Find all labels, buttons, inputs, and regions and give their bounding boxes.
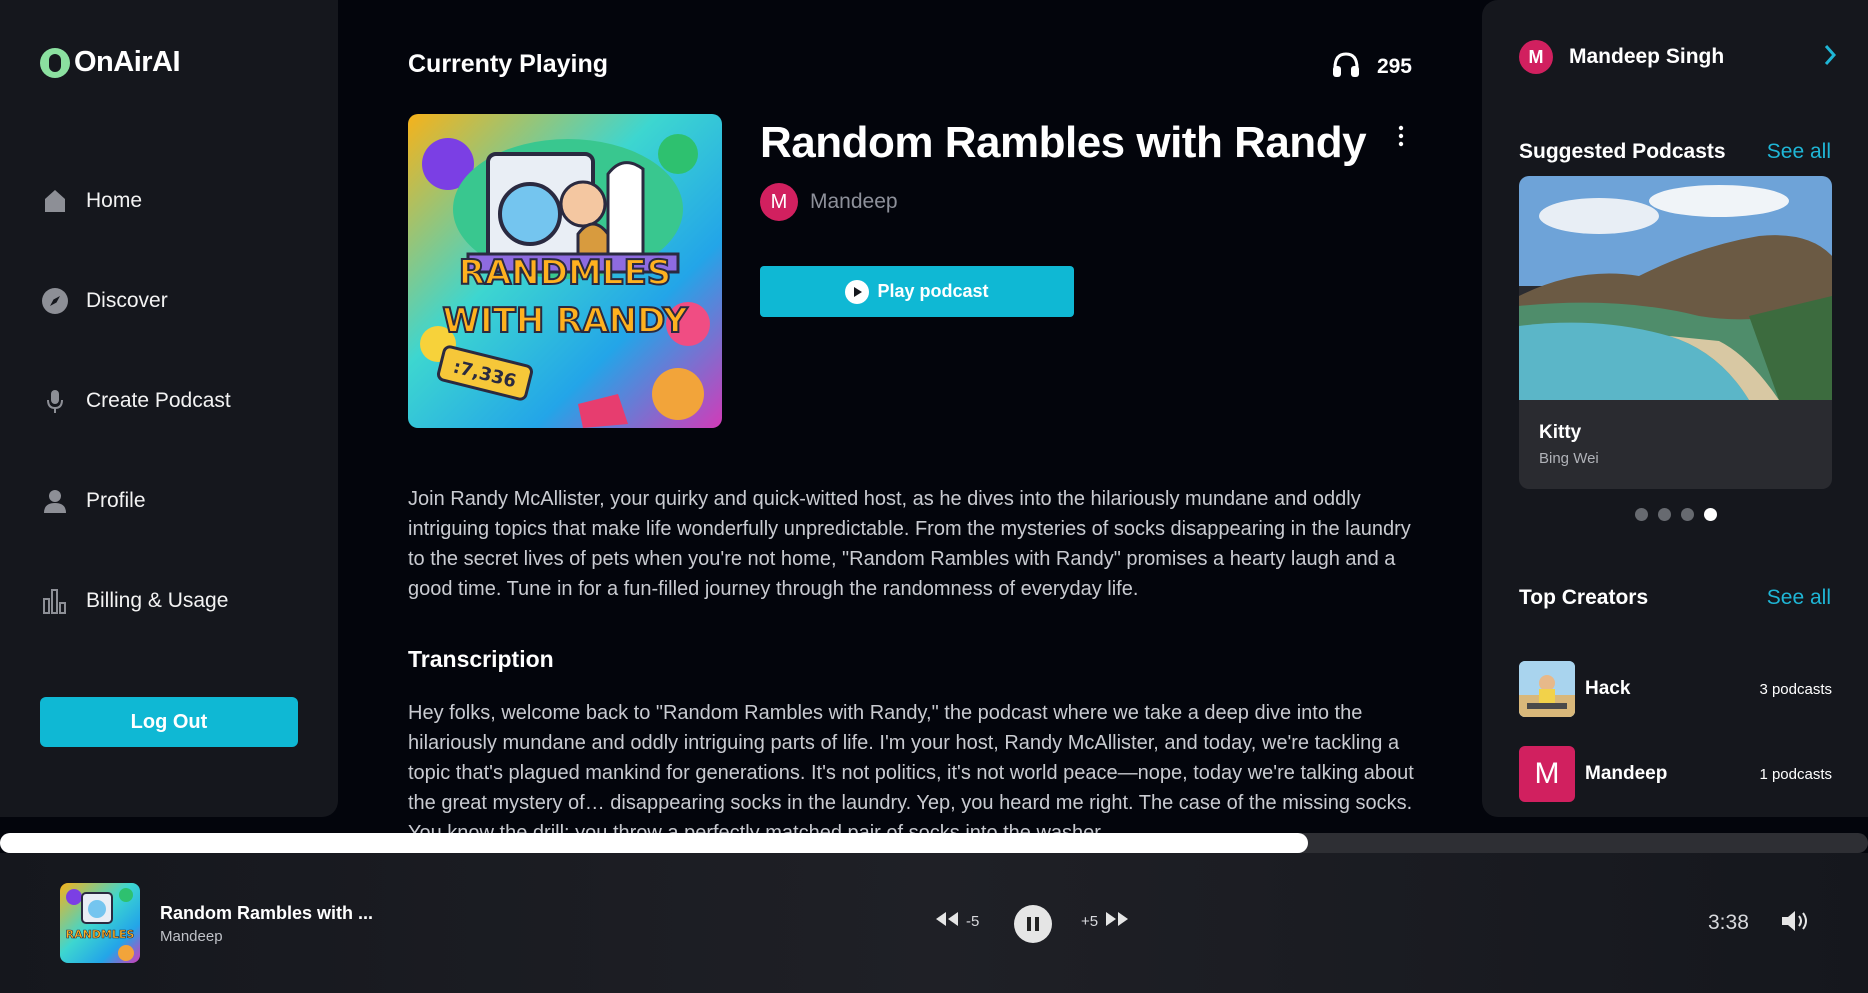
now-playing-title: Random Rambles with ... <box>160 903 374 923</box>
transcription-title: Transcription <box>408 646 554 672</box>
play-podcast-button[interactable]: Play podcast <box>760 266 1074 317</box>
now-playing-cover: RANDMLES <box>60 883 140 963</box>
carousel-dot[interactable] <box>1635 508 1648 521</box>
carousel-dots <box>1635 508 1717 521</box>
app-logo[interactable]: OnAirAI <box>40 46 181 79</box>
carousel-dot-active[interactable] <box>1704 508 1717 521</box>
forward-icon <box>1104 911 1130 931</box>
creator-avatar <box>1519 661 1575 717</box>
listen-count: 295 <box>1331 50 1412 84</box>
suggested-see-all-link[interactable]: See all <box>1767 140 1831 164</box>
player-bar: RANDMLES Random Rambles with ... Mandeep… <box>0 853 1868 993</box>
creators-see-all-link[interactable]: See all <box>1767 586 1831 610</box>
user-profile-link[interactable]: M Mandeep Singh <box>1519 40 1837 74</box>
cover-text-line1: RANDMLES <box>459 253 671 293</box>
podcast-description: Join Randy McAllister, your quirky and q… <box>408 488 1411 600</box>
carousel-dot[interactable] <box>1658 508 1671 521</box>
user-icon <box>40 486 70 516</box>
creator-avatar: M <box>1519 746 1575 802</box>
app-name: OnAirAI <box>74 46 181 78</box>
creator-podcast-count: 1 podcasts <box>1759 765 1832 783</box>
sidebar-item-label: Billing & Usage <box>86 589 229 612</box>
rewind-label: -5 <box>966 912 980 930</box>
suggested-podcast-card[interactable]: Kitty Bing Wei <box>1519 176 1832 489</box>
suggested-card-author: Bing Wei <box>1539 450 1599 467</box>
podcast-author[interactable]: M Mandeep <box>760 183 898 221</box>
pause-button[interactable] <box>1014 905 1052 943</box>
playback-time: 3:38 <box>1708 911 1749 934</box>
cover-text-line2: WITH RANDY <box>443 301 688 341</box>
compass-icon <box>40 286 70 316</box>
creator-name: Hack <box>1585 678 1631 699</box>
volume-icon[interactable] <box>1780 909 1810 938</box>
mini-cover-text: RANDMLES <box>66 928 135 941</box>
play-icon <box>845 279 870 304</box>
bar-chart-icon <box>40 586 70 616</box>
suggested-podcast-image <box>1519 176 1832 400</box>
sidebar: OnAirAI Home Discover Create Podcast Pro… <box>0 0 338 817</box>
listen-count-value: 295 <box>1376 55 1412 78</box>
playback-progress-fill <box>0 833 1308 853</box>
sidebar-item-discover[interactable]: Discover <box>40 286 168 316</box>
sidebar-item-create-podcast[interactable]: Create Podcast <box>40 386 231 416</box>
pause-icon <box>1027 917 1039 931</box>
rewind-icon <box>934 911 960 931</box>
logout-button[interactable]: Log Out <box>40 697 298 747</box>
creator-row[interactable]: Hack 3 podcasts <box>1519 661 1832 717</box>
now-playing-author: Mandeep <box>160 928 223 945</box>
creator-name: Mandeep <box>1585 763 1668 784</box>
playback-progress-bar[interactable] <box>0 833 1868 853</box>
sidebar-item-profile[interactable]: Profile <box>40 486 146 516</box>
suggested-card-meta: Kitty Bing Wei <box>1539 422 1599 467</box>
main-content: Currenty Playing 295 RANDMLES WITH RANDY… <box>338 0 1482 833</box>
user-name: Mandeep Singh <box>1569 45 1725 68</box>
author-name: Mandeep <box>810 190 898 213</box>
chevron-right-icon <box>1823 42 1837 73</box>
top-creators-heading: Top Creators <box>1519 586 1649 609</box>
microphone-icon <box>40 386 70 416</box>
right-sidebar: M Mandeep Singh Suggested Podcasts See a… <box>1482 0 1868 817</box>
suggested-podcasts-heading: Suggested Podcasts <box>1519 140 1726 163</box>
podcast-title: Random Rambles with Randy <box>760 118 1367 167</box>
forward-label: +5 <box>1081 912 1099 930</box>
home-icon <box>40 186 70 216</box>
podcast-cover: RANDMLES WITH RANDY :7,336 <box>408 114 722 428</box>
carousel-dot[interactable] <box>1681 508 1694 521</box>
suggested-card-title: Kitty <box>1539 422 1582 443</box>
headphones-icon <box>1331 50 1361 84</box>
sidebar-item-label: Create Podcast <box>86 389 231 412</box>
author-avatar: M <box>760 183 798 221</box>
sidebar-item-billing[interactable]: Billing & Usage <box>40 586 228 616</box>
rewind-button[interactable]: -5 <box>934 911 979 931</box>
sidebar-item-label: Profile <box>86 489 146 512</box>
user-avatar: M <box>1519 40 1553 74</box>
creator-row[interactable]: M Mandeep 1 podcasts <box>1519 746 1832 802</box>
more-options-icon[interactable] <box>1394 124 1408 148</box>
sidebar-item-home[interactable]: Home <box>40 186 142 216</box>
creator-podcast-count: 3 podcasts <box>1759 680 1832 698</box>
section-title: Currenty Playing <box>408 50 609 78</box>
logo-mark-icon <box>40 47 70 78</box>
sidebar-item-label: Discover <box>86 289 168 312</box>
sidebar-item-label: Home <box>86 189 143 212</box>
transcription-text: Hey folks, welcome back to "Random Rambl… <box>408 702 1414 833</box>
forward-button[interactable]: +5 <box>1081 911 1130 931</box>
play-podcast-label: Play podcast <box>877 281 989 301</box>
